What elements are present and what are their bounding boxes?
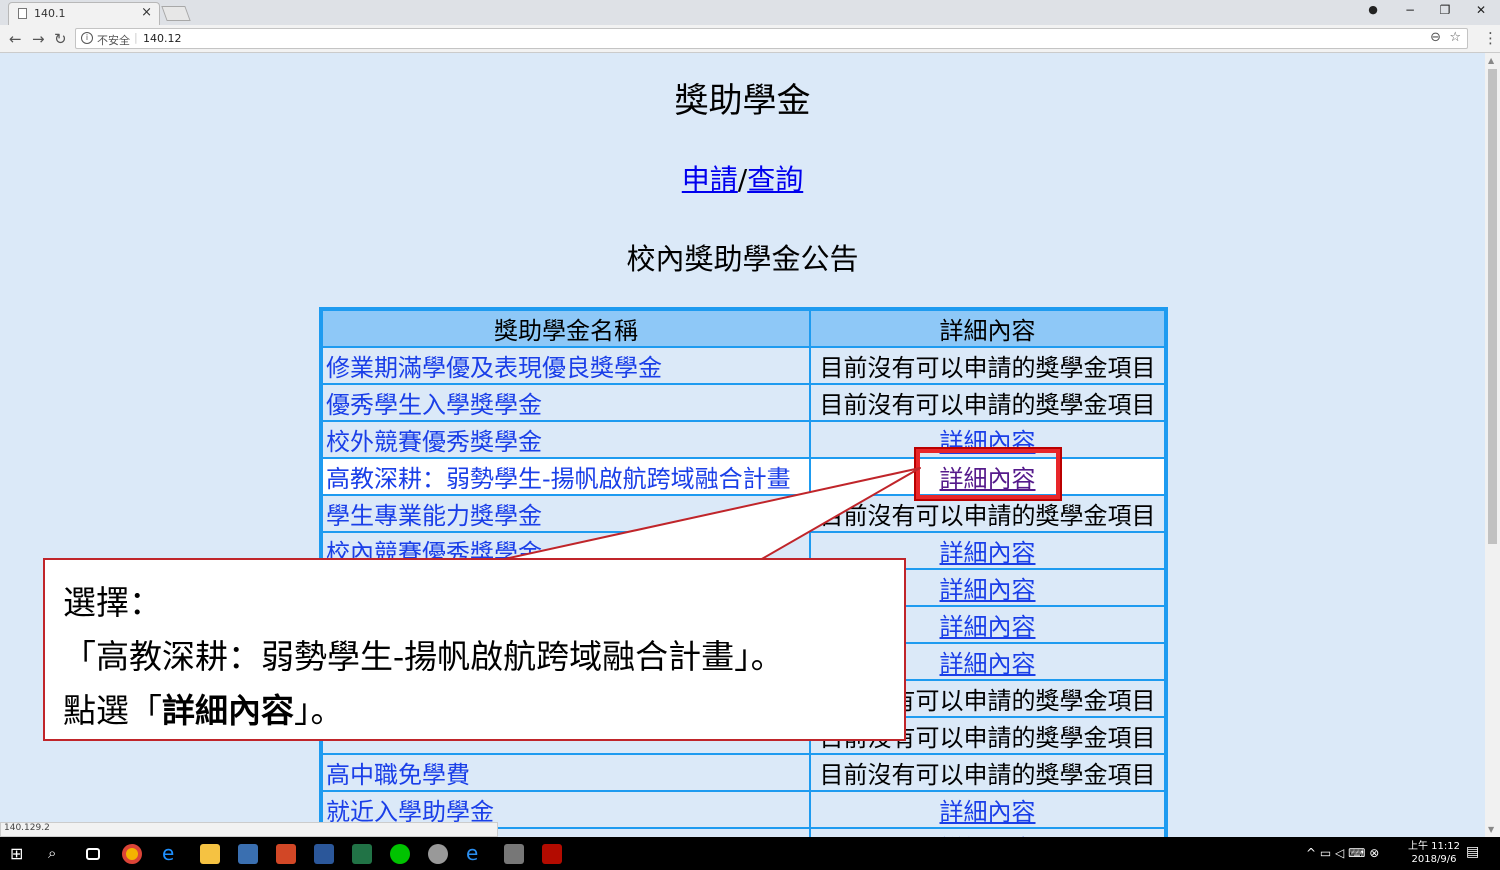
detail-cell: 詳細內容: [811, 829, 1164, 837]
table-row: 修業期滿學優及表現優良獎學金 目前沒有可以申請的獎學金項目: [323, 348, 1164, 383]
header-name: 獎助學金名稱: [323, 311, 809, 346]
new-tab-button[interactable]: [161, 6, 191, 21]
app-icon[interactable]: [428, 844, 448, 864]
browser-titlebar: 140.1 × ● − ❐ ✕: [0, 0, 1500, 25]
callout-line-1: 選擇：: [63, 583, 162, 622]
detail-link[interactable]: 詳細內容: [940, 576, 1036, 604]
file-explorer-icon[interactable]: [200, 844, 220, 864]
detail-cell: 詳細內容: [811, 792, 1164, 827]
scroll-up-icon[interactable]: ▲: [1488, 56, 1494, 65]
page-icon: [18, 8, 27, 19]
info-icon[interactable]: i: [81, 32, 93, 44]
detail-cell: 目前沒有可以申請的獎學金項目: [811, 348, 1164, 383]
remote-desktop-icon[interactable]: [238, 844, 258, 864]
detail-link[interactable]: 詳細內容: [940, 650, 1036, 678]
callout-line-3-suffix: 」。: [294, 691, 344, 730]
apply-query-links: 申請/查詢: [0, 158, 1485, 198]
clock-time: 上午 11:12: [1408, 841, 1460, 852]
table-row: 優秀學生入學獎學金 目前沒有可以申請的獎學金項目: [323, 385, 1164, 420]
scholarship-name-cell[interactable]: 學生專業能力獎學金: [323, 496, 809, 531]
url-text[interactable]: 140.12: [143, 32, 182, 45]
browser-tab[interactable]: 140.1 ×: [8, 2, 160, 25]
scholarship-name-cell[interactable]: 校外競賽優秀獎學金: [323, 422, 809, 457]
callout-line-3-prefix: 點選「: [63, 691, 162, 730]
scroll-thumb[interactable]: [1488, 69, 1497, 544]
header-detail: 詳細內容: [811, 311, 1164, 346]
forward-icon[interactable]: →: [32, 30, 45, 48]
scholarship-name-cell[interactable]: 高中職免學費: [323, 755, 809, 790]
reload-icon[interactable]: ↻: [54, 30, 67, 48]
chrome-icon[interactable]: [122, 844, 142, 864]
minimize-button[interactable]: −: [1395, 3, 1425, 17]
section-title: 校內獎助學金公告: [626, 242, 859, 276]
callout-line-3-bold: 詳細內容: [162, 691, 294, 730]
menu-icon[interactable]: ⋮: [1483, 29, 1498, 47]
apply-link[interactable]: 申請: [682, 163, 738, 196]
table-row: 高中職免學費 目前沒有可以申請的獎學金項目: [323, 755, 1164, 790]
account-icon[interactable]: ●: [1358, 3, 1388, 16]
browser-toolbar: ← → ↻ i 不安全 | 140.12 ⊖ ☆ ⋮: [0, 25, 1500, 53]
page-title: 獎助學金: [674, 81, 811, 121]
detail-cell: 目前沒有可以申請的獎學金項目: [811, 385, 1164, 420]
windows-taskbar: ⊞ ⌕ e e ^ ▭ ◁ ⌨ ⊗ 上午 11:12 2018/9/6 ▤: [0, 837, 1500, 870]
word-icon[interactable]: [314, 844, 334, 864]
callout-line-2: 「高教深耕：弱勢學生-揚帆啟航跨域融合計畫」。: [63, 637, 784, 676]
omnibox-divider: |: [134, 31, 138, 44]
page-content: 獎助學金 申請/查詢 校內獎助學金公告 獎助學金名稱 詳細內容 修業期滿學優及表…: [0, 53, 1485, 837]
link-separator: /: [737, 163, 748, 196]
status-bar: 140.129.2: [0, 822, 498, 837]
edge-icon[interactable]: e: [162, 841, 182, 865]
close-window-button[interactable]: ✕: [1466, 3, 1496, 17]
notification-icon[interactable]: ▤: [1466, 844, 1486, 864]
table-row: 學生專業能力獎學金 目前沒有可以申請的獎學金項目: [323, 496, 1164, 531]
internet-explorer-icon[interactable]: e: [466, 841, 486, 865]
bookmark-star-icon[interactable]: ☆: [1449, 30, 1461, 45]
zoom-icon[interactable]: ⊖: [1430, 30, 1441, 45]
query-link[interactable]: 查詢: [747, 163, 803, 196]
scholarship-name-cell[interactable]: 修業期滿學優及表現優良獎學金: [323, 348, 809, 383]
maximize-button[interactable]: ❐: [1430, 3, 1460, 17]
search-icon[interactable]: ⌕: [48, 844, 68, 864]
address-bar[interactable]: i 不安全 | 140.12 ⊖ ☆: [75, 28, 1468, 49]
app-stack-icon[interactable]: [504, 844, 524, 864]
system-tray-icons[interactable]: ^ ▭ ◁ ⌨ ⊗: [1306, 846, 1379, 860]
powerpoint-icon[interactable]: [276, 844, 296, 864]
back-icon[interactable]: ←: [9, 30, 22, 48]
detail-cell: 目前沒有可以申請的獎學金項目: [811, 755, 1164, 790]
instruction-callout: 選擇： 「高教深耕：弱勢學生-揚帆啟航跨域融合計畫」。 點選「詳細內容」。: [43, 558, 906, 741]
tab-close-icon[interactable]: ×: [141, 5, 152, 20]
callout-line-3: 點選「詳細內容」。: [63, 684, 904, 738]
clock-date: 2018/9/6: [1411, 854, 1457, 865]
scroll-down-icon[interactable]: ▼: [1488, 825, 1494, 834]
excel-icon[interactable]: [352, 844, 372, 864]
task-view-icon[interactable]: [86, 848, 100, 860]
windows-start-icon[interactable]: ⊞: [10, 844, 30, 864]
acrobat-icon[interactable]: [542, 844, 562, 864]
taskbar-clock[interactable]: 上午 11:12 2018/9/6: [1408, 840, 1460, 866]
line-icon[interactable]: [390, 844, 410, 864]
detail-link[interactable]: 詳細內容: [940, 539, 1036, 567]
security-label[interactable]: 不安全: [97, 32, 130, 48]
scholarship-name-cell[interactable]: 高教深耕：弱勢學生-揚帆啟航跨域融合計畫: [323, 459, 809, 494]
detail-cell: 目前沒有可以申請的獎學金項目: [811, 496, 1164, 531]
page-scrollbar[interactable]: ▲ ▼: [1485, 53, 1500, 837]
scholarship-name-cell[interactable]: 優秀學生入學獎學金: [323, 385, 809, 420]
table-header-row: 獎助學金名稱 詳細內容: [323, 311, 1164, 346]
detail-link[interactable]: 詳細內容: [940, 613, 1036, 641]
highlight-box: [916, 449, 1060, 499]
tab-title: 140.1: [34, 7, 66, 20]
detail-link[interactable]: 詳細內容: [940, 798, 1036, 826]
